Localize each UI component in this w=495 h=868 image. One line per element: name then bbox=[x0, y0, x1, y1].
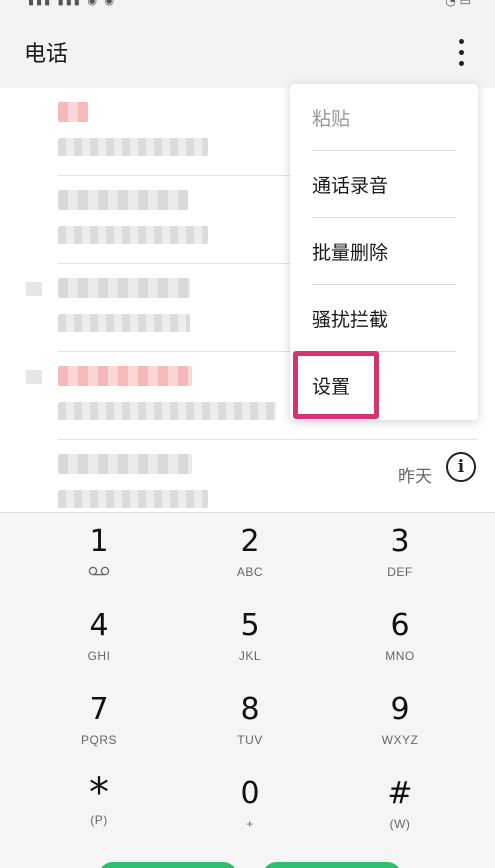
key-digit: 1 bbox=[89, 524, 109, 559]
dialpad-key-2[interactable]: 2 ABC bbox=[175, 513, 325, 593]
contact-name-blurred bbox=[58, 366, 192, 386]
menu-item-batch-delete[interactable]: 批量删除 bbox=[290, 218, 478, 285]
call-detail-blurred bbox=[58, 138, 208, 156]
key-digit: 9 bbox=[390, 692, 410, 727]
key-letters: WXYZ bbox=[381, 733, 419, 747]
menu-item-label: 批量删除 bbox=[312, 242, 389, 264]
key-digit: 6 bbox=[390, 608, 410, 643]
more-dot-icon bbox=[458, 60, 464, 66]
dialpad-key-3[interactable]: 3 DEF bbox=[325, 513, 475, 593]
dialpad-key-4[interactable]: 4 GHI bbox=[24, 597, 174, 677]
key-letters: GHI bbox=[87, 649, 111, 663]
key-digit: 3 bbox=[390, 524, 410, 559]
contact-name-blurred bbox=[58, 190, 188, 210]
call-type-icon-blurred bbox=[26, 282, 42, 296]
dialpad-key-5[interactable]: 5 JKL bbox=[175, 597, 325, 677]
key-digit: # bbox=[387, 776, 413, 811]
call-type-icon-blurred bbox=[26, 370, 42, 384]
menu-item-label: 设置 bbox=[312, 376, 351, 398]
key-digit: 5 bbox=[240, 608, 260, 643]
call-log-entry[interactable]: 昨天 i bbox=[0, 440, 495, 512]
menu-item-label: 骚扰拦截 bbox=[312, 309, 389, 331]
contact-name-blurred bbox=[58, 102, 88, 122]
status-icons-left: ▮▮▮ ▮▮▮ ◉ ◉ bbox=[28, 0, 117, 7]
key-letters: PQRS bbox=[80, 733, 117, 747]
dialpad-key-7[interactable]: 7 PQRS bbox=[24, 681, 174, 761]
dialpad-key-9[interactable]: 9 WXYZ bbox=[325, 681, 475, 761]
key-letters: TUV bbox=[237, 733, 263, 747]
contact-name-blurred bbox=[58, 454, 192, 474]
dialpad: 1 2 ABC 3 DEF 4 GHI 5 JKL 6 MNO 7 PQRS 8… bbox=[0, 512, 495, 868]
more-options-button[interactable] bbox=[446, 32, 476, 72]
menu-item-harassment-block[interactable]: 骚扰拦截 bbox=[290, 285, 478, 352]
more-dot-icon bbox=[458, 49, 464, 55]
menu-item-paste[interactable]: 粘贴 bbox=[290, 84, 478, 151]
status-bar: ▮▮▮ ▮▮▮ ◉ ◉ ◔ ▭ bbox=[0, 0, 495, 12]
more-dot-icon bbox=[458, 38, 464, 44]
dialpad-key-6[interactable]: 6 MNO bbox=[325, 597, 475, 677]
key-digit: 7 bbox=[89, 692, 109, 727]
dialpad-key-1[interactable]: 1 bbox=[24, 513, 174, 593]
key-letters: DEF bbox=[387, 565, 413, 579]
dialpad-key-hash[interactable]: # (W) bbox=[325, 765, 475, 845]
key-letters: JKL bbox=[238, 649, 262, 663]
dialpad-key-8[interactable]: 8 TUV bbox=[175, 681, 325, 761]
status-icons-right: ◔ ▭ bbox=[445, 0, 471, 8]
menu-item-call-recording[interactable]: 通话录音 bbox=[290, 151, 478, 218]
contact-name-blurred bbox=[58, 278, 190, 298]
call-detail-blurred bbox=[58, 314, 190, 332]
key-letters: + bbox=[246, 817, 254, 831]
call-time-label: 昨天 bbox=[398, 467, 432, 487]
call-detail-blurred bbox=[58, 226, 208, 244]
key-letters: ABC bbox=[236, 565, 264, 579]
key-digit: 8 bbox=[240, 692, 260, 727]
voicemail-icon bbox=[88, 566, 110, 576]
call-detail-blurred bbox=[58, 402, 276, 420]
call-detail-blurred bbox=[58, 490, 208, 508]
app-header: 电话 bbox=[0, 12, 495, 88]
key-digit: * bbox=[89, 770, 109, 816]
menu-item-label: 粘贴 bbox=[312, 108, 351, 130]
dialpad-key-0[interactable]: 0 + bbox=[175, 765, 325, 845]
dial-button-sim1[interactable] bbox=[98, 862, 238, 868]
page-title: 电话 bbox=[24, 42, 69, 67]
dial-button-sim2[interactable] bbox=[262, 862, 402, 868]
key-letters: (P) bbox=[90, 813, 108, 827]
overflow-menu: 粘贴 通话录音 批量删除 骚扰拦截 设置 bbox=[290, 84, 478, 420]
info-icon[interactable]: i bbox=[446, 452, 476, 482]
key-letters: (W) bbox=[389, 817, 411, 831]
key-digit: 2 bbox=[240, 524, 260, 559]
key-digit: 0 bbox=[240, 776, 260, 811]
menu-item-settings[interactable]: 设置 bbox=[290, 352, 478, 419]
dialpad-key-star[interactable]: * (P) bbox=[24, 765, 174, 845]
menu-item-label: 通话录音 bbox=[312, 175, 389, 197]
key-letters: MNO bbox=[385, 649, 415, 663]
key-digit: 4 bbox=[89, 608, 109, 643]
